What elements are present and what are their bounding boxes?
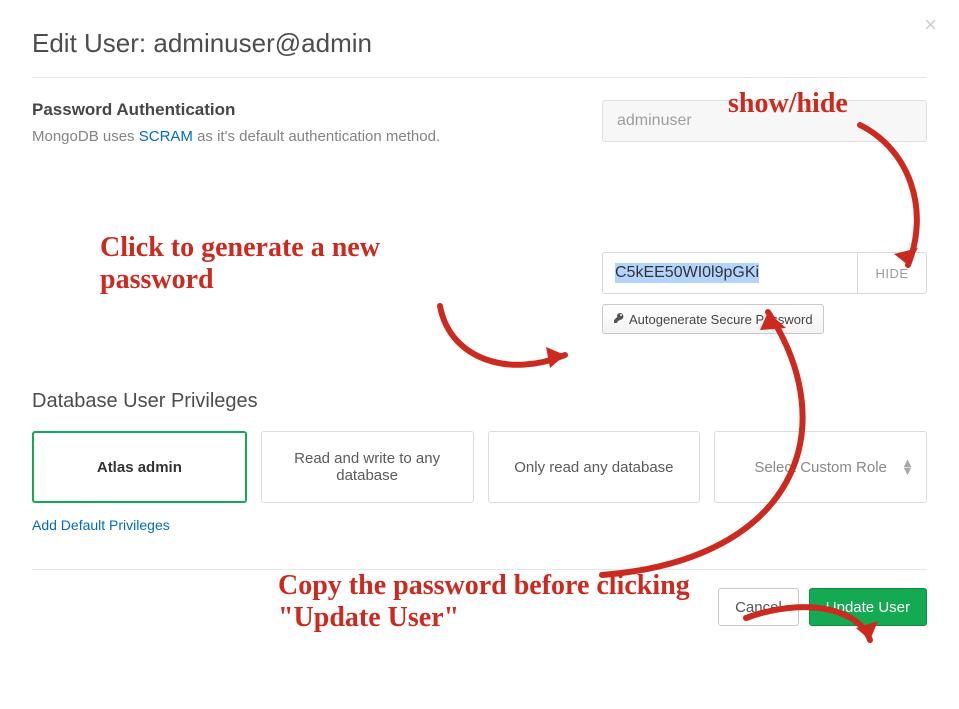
- close-icon[interactable]: ×: [924, 14, 937, 36]
- auth-description-col: Password Authentication MongoDB uses SCR…: [32, 100, 572, 334]
- edit-user-dialog: × Edit User: adminuser@admin Password Au…: [0, 0, 959, 646]
- scram-link[interactable]: SCRAM: [139, 128, 193, 145]
- privilege-atlas-admin[interactable]: Atlas admin: [32, 431, 247, 503]
- auth-section-title: Password Authentication: [32, 100, 572, 120]
- privileges-title: Database User Privileges: [32, 390, 927, 413]
- privileges-row: Atlas admin Read and write to any databa…: [32, 431, 927, 503]
- auth-section-desc: MongoDB uses SCRAM as it's default authe…: [32, 126, 572, 147]
- password-value: C5kEE50WI0l9pGKi: [615, 263, 759, 283]
- privilege-custom-role[interactable]: Select Custom Role ▲▼: [714, 431, 927, 503]
- password-input[interactable]: C5kEE50WI0l9pGKi: [602, 252, 857, 294]
- password-row: C5kEE50WI0l9pGKi HIDE: [602, 252, 927, 294]
- cancel-button[interactable]: Cancel: [718, 588, 799, 626]
- divider: [32, 77, 927, 78]
- privilege-label: Only read any database: [514, 459, 673, 476]
- privilege-read-only[interactable]: Only read any database: [488, 431, 701, 503]
- auth-row: Password Authentication MongoDB uses SCR…: [32, 100, 927, 334]
- username-input[interactable]: [602, 100, 927, 142]
- autogen-label: Autogenerate Secure Password: [629, 312, 813, 327]
- dialog-title: Edit User: adminuser@admin: [32, 28, 927, 59]
- dialog-footer: Cancel Update User: [32, 569, 927, 626]
- privilege-label: Atlas admin: [97, 459, 182, 476]
- auth-desc-suffix: as it's default authentication method.: [193, 128, 440, 145]
- add-default-privileges-link[interactable]: Add Default Privileges: [32, 517, 170, 533]
- autogenerate-password-button[interactable]: Autogenerate Secure Password: [602, 304, 824, 334]
- hide-password-button[interactable]: HIDE: [857, 252, 927, 294]
- privileges-section: Database User Privileges Atlas admin Rea…: [32, 390, 927, 535]
- auth-inputs-col: C5kEE50WI0l9pGKi HIDE Autogenerate Secur…: [602, 100, 927, 334]
- chevron-updown-icon: ▲▼: [901, 459, 914, 475]
- key-icon: [613, 312, 625, 327]
- update-user-button[interactable]: Update User: [809, 588, 927, 626]
- privilege-read-write[interactable]: Read and write to any database: [261, 431, 474, 503]
- privilege-label: Read and write to any database: [274, 450, 461, 484]
- privilege-label: Select Custom Role: [754, 459, 887, 476]
- auth-desc-prefix: MongoDB uses: [32, 128, 139, 145]
